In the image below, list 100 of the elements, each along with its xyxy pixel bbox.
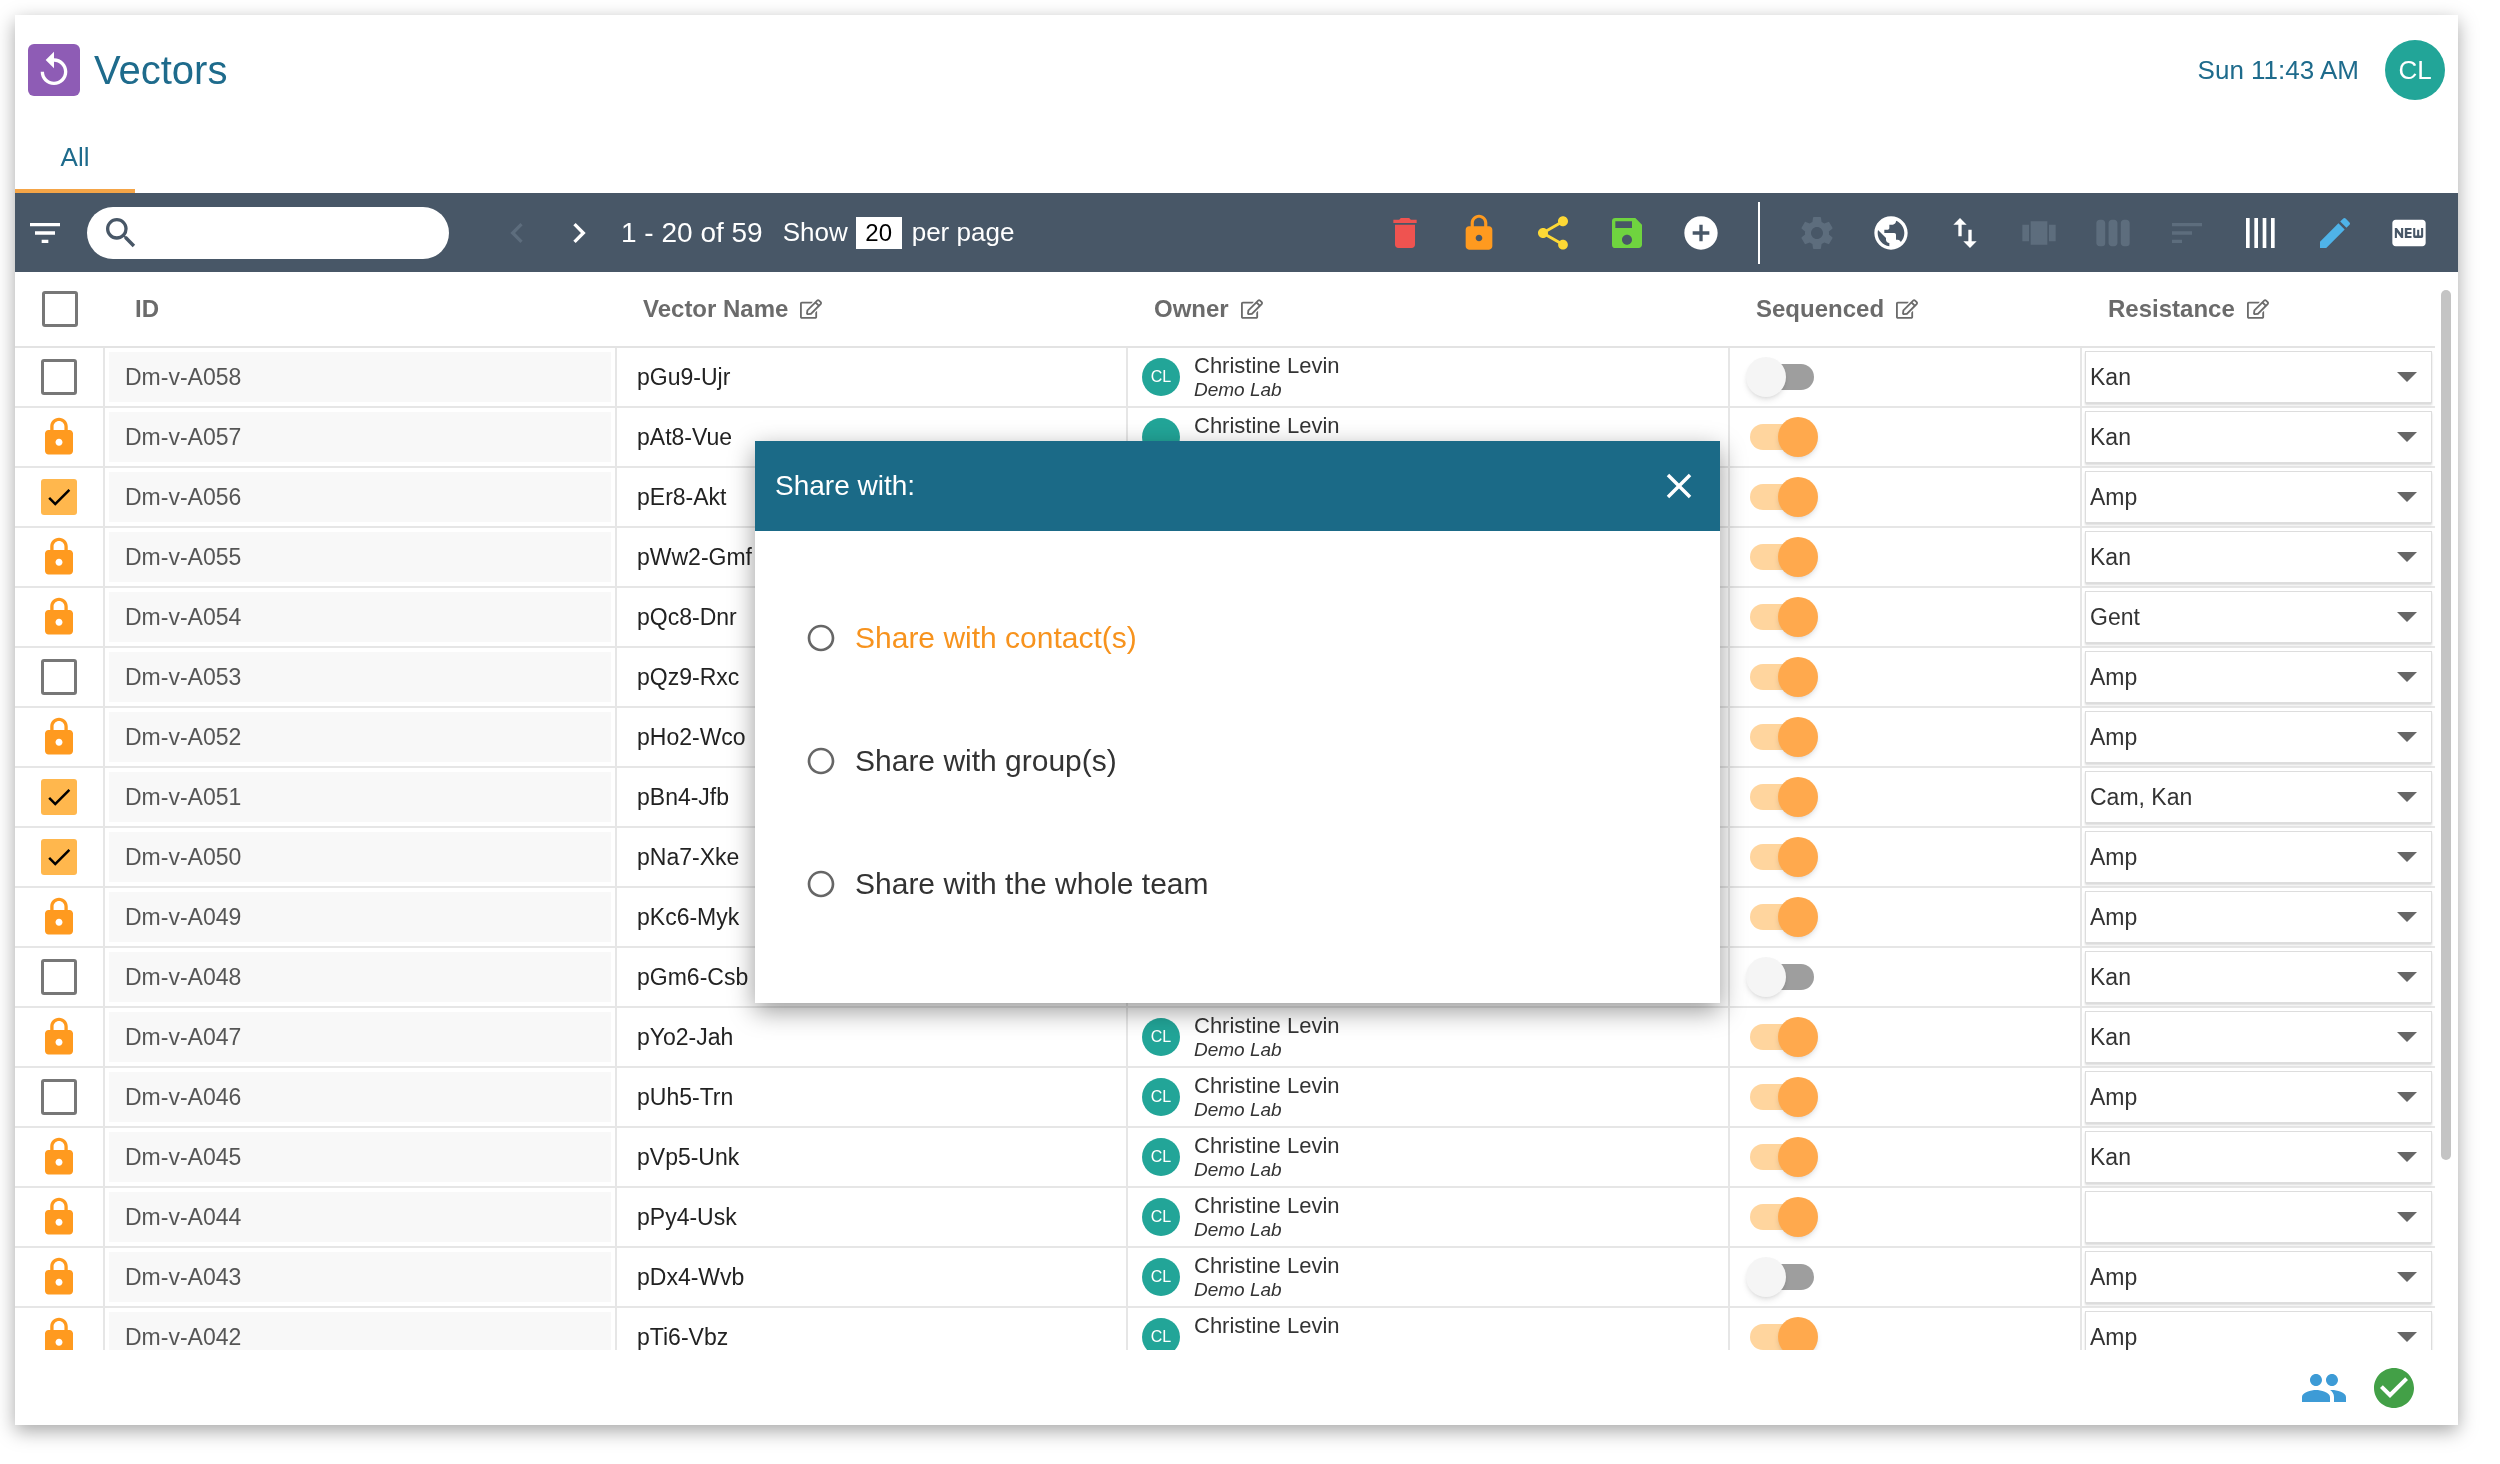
table-cell: Dm-v-A049 (109, 892, 611, 942)
resistance-dropdown[interactable]: Kan (2085, 951, 2432, 1003)
table-cell-text: pHo2-Wco (637, 722, 746, 752)
owner-lab: Demo Lab (1194, 1278, 1283, 1302)
table-cell-text: pPy4-Usk (637, 1202, 737, 1232)
resistance-dropdown[interactable]: Amp (2085, 831, 2432, 883)
avatar: CL (1142, 358, 1180, 396)
table-cell: Dm-v-A056 (109, 472, 611, 522)
resistance-dropdown[interactable]: Kan (2085, 351, 2432, 403)
resistance-dropdown[interactable]: Amp (2085, 1071, 2432, 1123)
table-cell-text: pAt8-Vue (637, 422, 733, 452)
scrollbar[interactable] (2441, 290, 2451, 1160)
page-range: 1 - 20 of 59 (621, 215, 763, 250)
caret-icon (2397, 612, 2417, 622)
checkbox[interactable] (41, 359, 77, 395)
owner-lab: Demo Lab (1194, 1038, 1283, 1062)
checkbox[interactable] (41, 1079, 77, 1115)
edit-icon[interactable] (800, 298, 823, 320)
table-cell-text: pQc8-Dnr (637, 602, 737, 632)
option-label[interactable]: Share with the whole team (855, 861, 1209, 906)
avatar: CL (1142, 1318, 1180, 1350)
resistance-dropdown[interactable]: Kan (2085, 1131, 2432, 1183)
owner-name: Christine Levin (1194, 1194, 1340, 1218)
per-page-label: per page (911, 216, 1015, 249)
checkbox[interactable] (41, 659, 77, 695)
resistance-dropdown[interactable]: Kan (2085, 1011, 2432, 1063)
table-cell: Dm-v-A043 (109, 1252, 611, 1302)
caret-icon (2397, 1272, 2417, 1282)
caret-icon (2397, 1212, 2417, 1222)
caret-icon (2397, 552, 2417, 562)
table-cell: Dm-v-A046 (109, 1072, 611, 1122)
caret-icon (2397, 1092, 2417, 1102)
edit-icon[interactable] (1896, 298, 1919, 320)
resistance-dropdown[interactable]: Amp (2085, 471, 2432, 523)
resistance-dropdown[interactable]: Cam, Kan (2085, 771, 2432, 823)
resistance-dropdown[interactable]: Amp (2085, 711, 2432, 763)
table-cell: Dm-v-A055 (109, 532, 611, 582)
table-cell: Dm-v-A058 (109, 352, 611, 402)
table-cell: Dm-v-A054 (109, 592, 611, 642)
table-cell: Dm-v-A051 (109, 772, 611, 822)
caret-icon (2397, 672, 2417, 682)
caret-icon (2397, 972, 2417, 982)
table-cell: Dm-v-A042 (109, 1312, 611, 1350)
caret-icon (2397, 1032, 2417, 1042)
table-cell-text: pVp5-Unk (637, 1142, 740, 1172)
owner-name: Christine Levin (1194, 1134, 1340, 1158)
column-header[interactable]: Vector Name (643, 291, 789, 327)
resistance-dropdown[interactable]: Amp (2085, 1311, 2432, 1350)
table-cell-text: pTi6-Vbz (637, 1322, 729, 1350)
resistance-dropdown[interactable]: Kan (2085, 411, 2432, 463)
checkbox[interactable] (41, 959, 77, 995)
resistance-dropdown[interactable]: Amp (2085, 891, 2432, 943)
caret-icon (2397, 492, 2417, 502)
edit-icon[interactable] (1240, 298, 1263, 320)
owner-lab: Demo Lab (1194, 1218, 1283, 1242)
show-label: Show (782, 216, 848, 249)
search-field[interactable] (87, 206, 449, 259)
checkbox[interactable] (41, 839, 77, 875)
clock: Sun 11:43 AM (2197, 53, 2359, 87)
owner-lab: Demo Lab (1194, 1158, 1283, 1182)
table-cell-text: pKc6-Myk (637, 902, 740, 932)
caret-icon (2397, 372, 2417, 382)
column-header[interactable]: Owner (1154, 291, 1229, 327)
column-header[interactable]: ID (135, 291, 159, 327)
table-cell: Dm-v-A053 (109, 652, 611, 702)
owner-name: Christine Levin (1194, 1014, 1340, 1038)
column-header[interactable]: Sequenced (1756, 291, 1885, 327)
resistance-dropdown[interactable]: Amp (2085, 651, 2432, 703)
owner-name: Christine Levin (1194, 1314, 1340, 1338)
resistance-dropdown[interactable]: Kan (2085, 531, 2432, 583)
edit-icon[interactable] (2246, 298, 2269, 320)
owner-name: Christine Levin (1194, 1254, 1340, 1278)
table-cell-text: pGm6-Csb (637, 962, 749, 992)
table-cell-text: pGu9-Ujr (637, 362, 731, 392)
resistance-dropdown[interactable]: Gent (2085, 591, 2432, 643)
per-page-field[interactable]: 20 (855, 216, 902, 249)
table-cell: Dm-v-A047 (109, 1012, 611, 1062)
checkbox[interactable] (41, 779, 77, 815)
table-cell-text: pUh5-Trn (637, 1082, 734, 1112)
caret-icon (2397, 1152, 2417, 1162)
checkbox[interactable] (41, 479, 77, 515)
owner-name: Christine Levin (1194, 354, 1340, 378)
select-all-checkbox[interactable] (42, 291, 78, 327)
resistance-dropdown[interactable]: Amp (2085, 1251, 2432, 1303)
caret-icon (2397, 732, 2417, 742)
option-label[interactable]: Share with group(s) (855, 738, 1117, 783)
table-cell: Dm-v-A044 (109, 1192, 611, 1242)
table-cell-text: pNa7-Xke (637, 842, 740, 872)
column-header[interactable]: Resistance (2108, 291, 2235, 327)
table-cell: Dm-v-A045 (109, 1132, 611, 1182)
table-cell-text: pQz9-Rxc (637, 662, 740, 692)
avatar: CL (1142, 1138, 1180, 1176)
table-cell: Dm-v-A050 (109, 832, 611, 882)
caret-icon (2397, 792, 2417, 802)
table-cell: Dm-v-A048 (109, 952, 611, 1002)
table-cell: Dm-v-A057 (109, 412, 611, 462)
avatar: CL (1142, 1198, 1180, 1236)
avatar: CL (1142, 1258, 1180, 1296)
caret-icon (2397, 852, 2417, 862)
owner-lab: Demo Lab (1194, 378, 1283, 402)
